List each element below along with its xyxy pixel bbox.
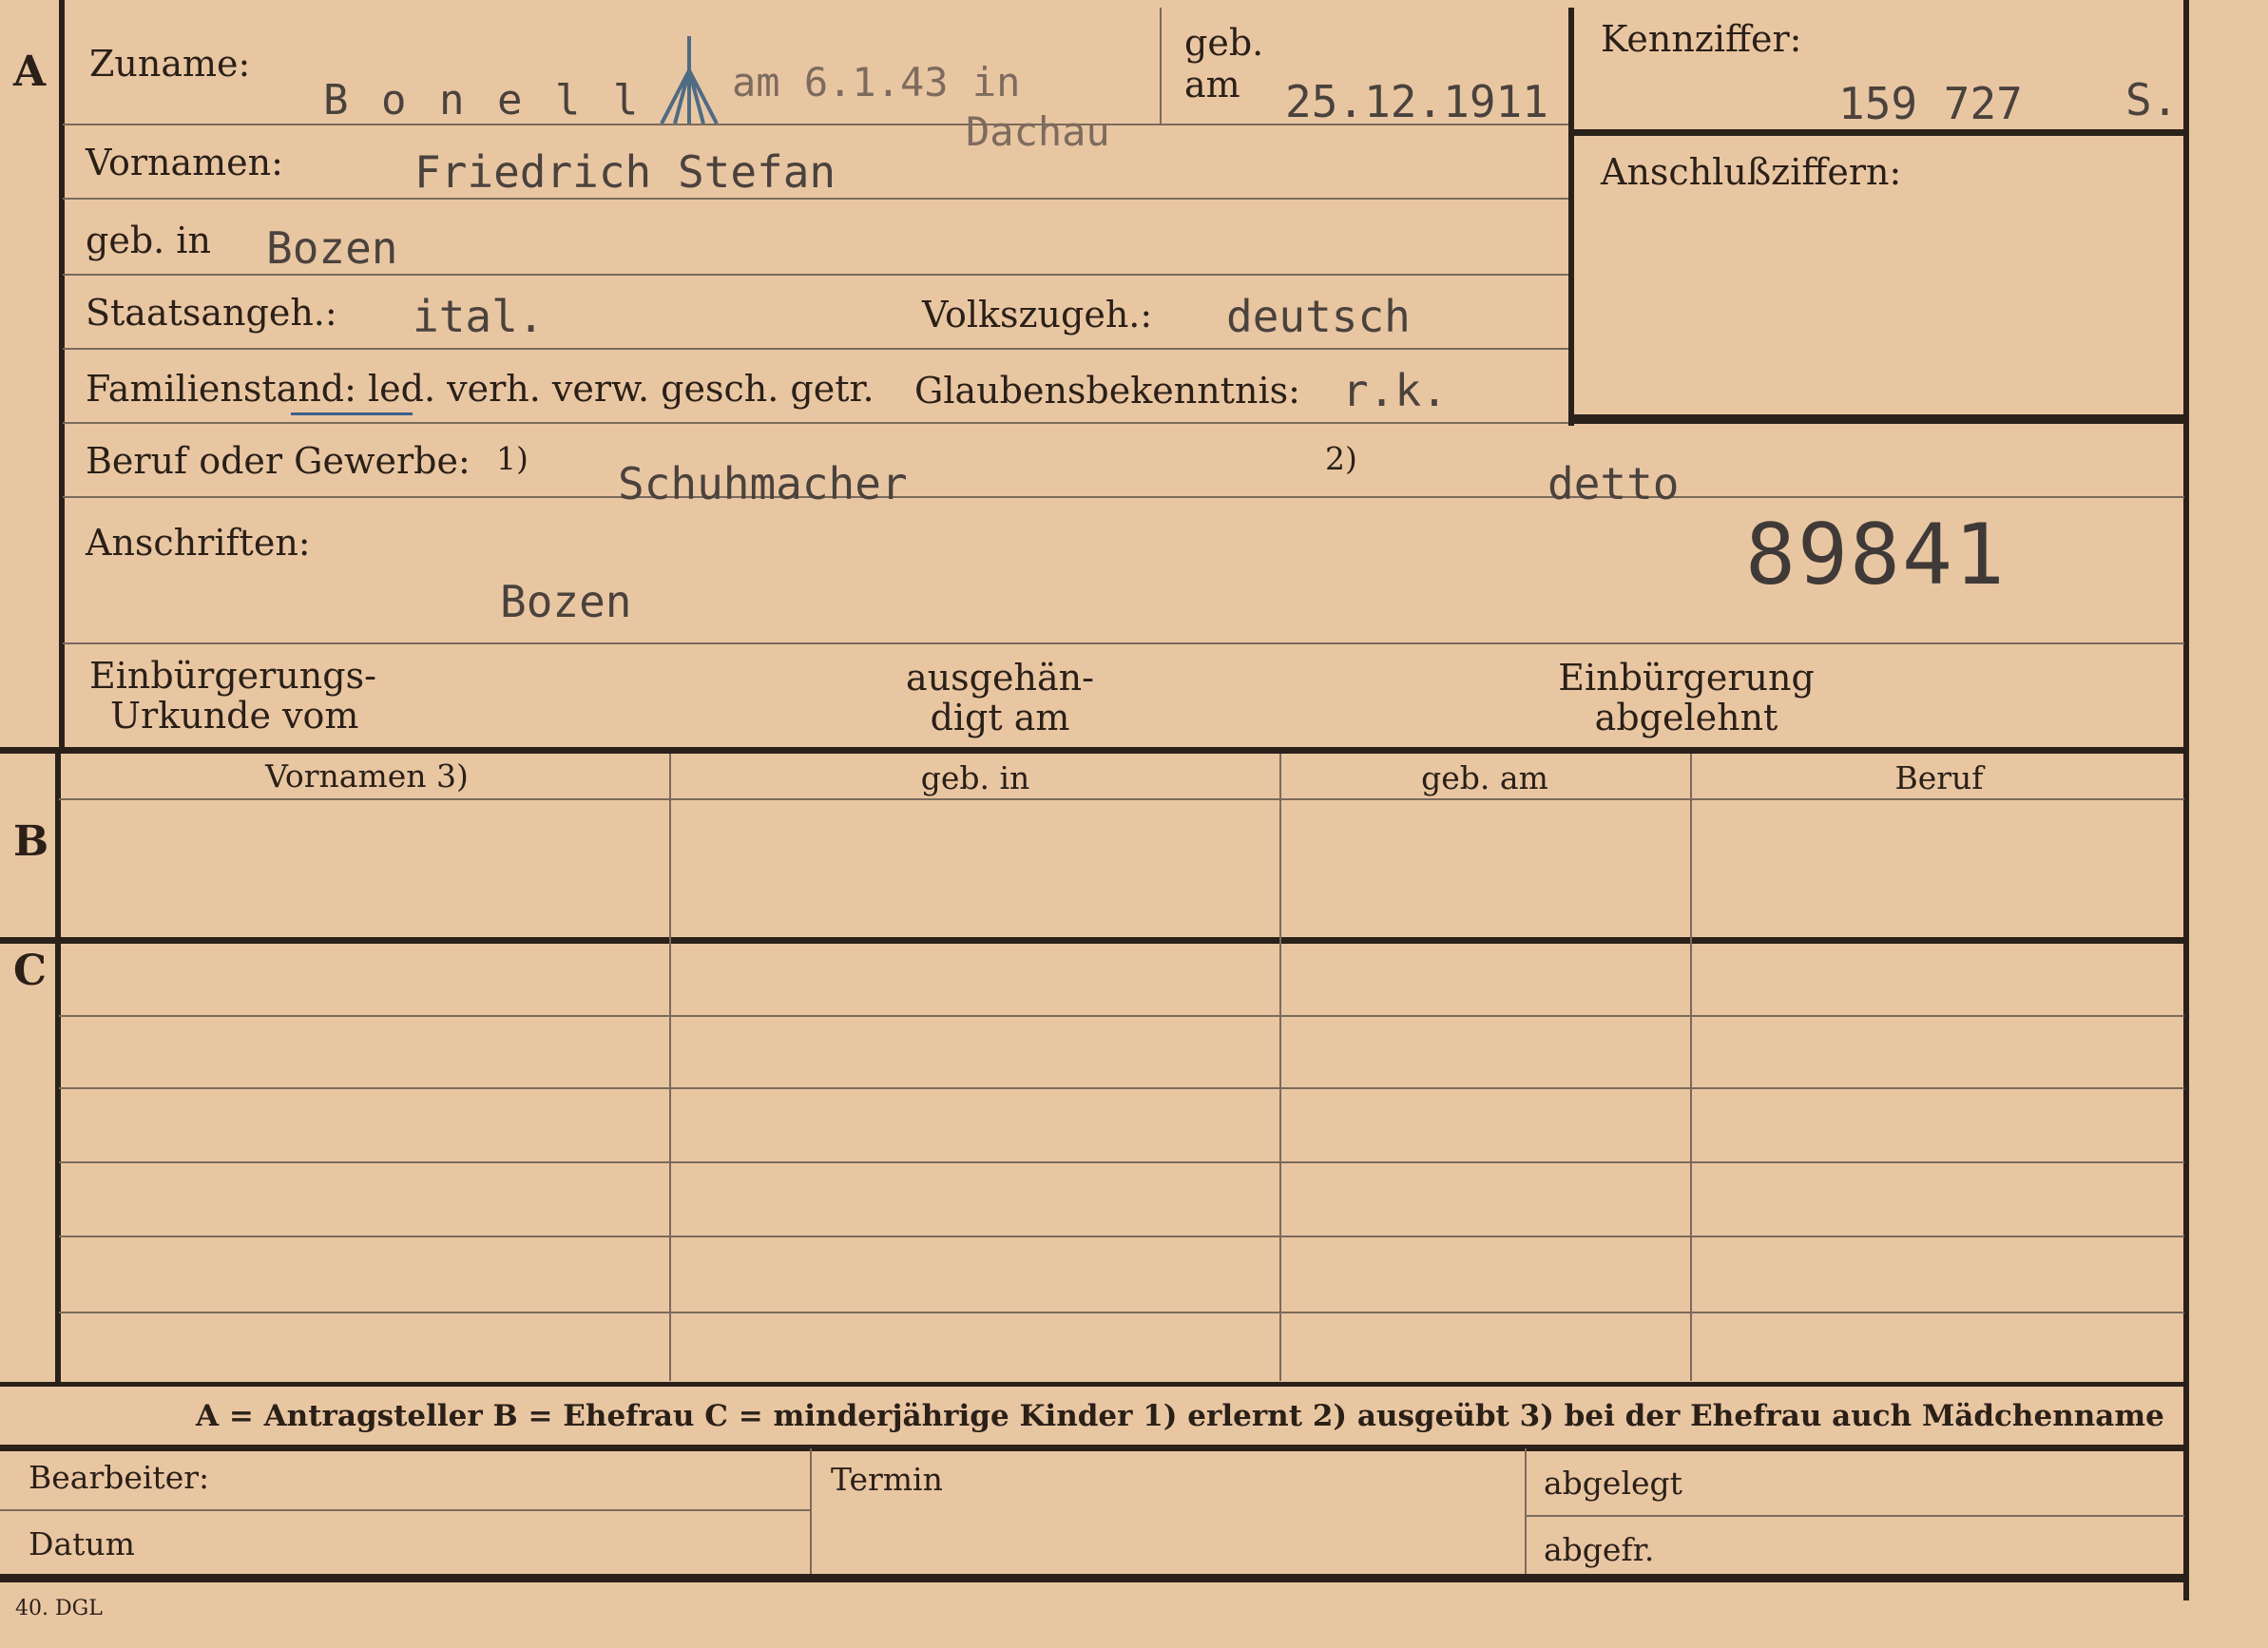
header-gebam: geb. am: [1421, 759, 1548, 796]
header-gebin: geb. in: [920, 759, 1030, 796]
kennziffer-box-bottom: [1571, 414, 2184, 424]
line-staat: [63, 348, 1568, 350]
table-header-underline: [59, 798, 2184, 800]
geb-am-value: 25.12.1911: [1285, 80, 1548, 124]
bearbeiter-label: Bearbeiter:: [29, 1459, 210, 1496]
volk-label: Volkszugeh.:: [922, 294, 1153, 335]
einb-abgelehnt-line1: Einbürgerung: [1558, 657, 1815, 699]
beruf-footnote-2: 2): [1325, 440, 1357, 477]
frame-bottom-border: [0, 1574, 2189, 1582]
zuname-label: Zuname:: [89, 43, 251, 85]
gebin-label: geb. in: [86, 220, 211, 261]
legend-bottom: [0, 1445, 2186, 1451]
line-beruf: [63, 496, 2184, 498]
frame-right-border: [2183, 0, 2189, 1600]
section-a-letter: A: [13, 48, 47, 96]
section-c-letter: C: [13, 947, 48, 995]
vornamen-value: Friedrich Stefan: [414, 146, 836, 198]
stamp-number: 89841: [1745, 506, 2007, 604]
geb-label-1: geb.: [1184, 22, 1264, 64]
abgefr-label: abgefr.: [1544, 1531, 1655, 1568]
death-note-line2: Dachau: [966, 108, 1110, 155]
legend-text: A = Antragsteller B = Ehefrau C = minder…: [196, 1399, 2164, 1433]
ausgehaendigt-line1: ausgehän-: [906, 657, 1094, 699]
einb-urkunde-line2: Urkunde vom: [110, 695, 359, 737]
beruf-footnote-1: 1): [496, 440, 529, 477]
child-row-line-1: [59, 1015, 2184, 1017]
familien-label: Familienstand: led. verh. verw. gesch. g…: [86, 368, 875, 410]
kennziffer-suffix: S.: [2125, 74, 2179, 125]
child-row-line-3: [59, 1161, 2184, 1163]
anschriften-value: Bozen: [500, 576, 632, 627]
death-note-line1: am 6.1.43 in: [732, 59, 1021, 105]
section-a-bottom: [0, 747, 2186, 754]
kennziffer-value: 159 727: [1838, 78, 2023, 129]
gebin-value: Bozen: [266, 222, 398, 274]
datum-label: Datum: [29, 1525, 135, 1562]
table-col-divider-1: [669, 754, 671, 1381]
section-c-bottom: [0, 1382, 2186, 1387]
anschluss-label: Anschlußziffern:: [1601, 151, 1902, 193]
vornamen-label: Vornamen:: [86, 142, 283, 183]
anschriften-label: Anschriften:: [86, 522, 311, 564]
abgelegt-label: abgelegt: [1544, 1465, 1682, 1502]
kennziffer-box-left-border: [1568, 8, 1574, 426]
child-row-line-5: [59, 1312, 2184, 1313]
footer-row-line-right: [1525, 1515, 2184, 1517]
line-familien: [63, 422, 1568, 424]
staat-label: Staatsangeh.:: [86, 292, 337, 334]
einb-urkunde-line1: Einbürgerungs-: [89, 655, 376, 697]
termin-label: Termin: [831, 1461, 943, 1498]
glauben-value: r.k.: [1342, 365, 1448, 416]
geb-am-divider: [1160, 8, 1162, 124]
section-b-bottom: [0, 937, 2186, 944]
line-vornamen: [63, 198, 1568, 200]
footer-row-line-left: [0, 1509, 810, 1511]
line-zuname: [63, 124, 1568, 125]
table-col-divider-3: [1690, 754, 1692, 1381]
child-row-line-2: [59, 1087, 2184, 1089]
volk-value: deutsch: [1226, 291, 1411, 342]
section-b-letter: B: [13, 817, 49, 866]
line-gebin: [63, 274, 1568, 276]
glauben-label: Glaubensbekenntnis:: [914, 370, 1300, 412]
staat-value: ital.: [413, 291, 545, 342]
kennziffer-box-divider: [1571, 129, 2184, 136]
header-beruf: Beruf: [1894, 759, 1984, 796]
print-code: 40. DGL: [15, 1597, 103, 1620]
beruf-label: Beruf oder Gewerbe:: [86, 440, 471, 482]
child-row-line-4: [59, 1236, 2184, 1237]
beruf-value-2: detto: [1547, 458, 1680, 509]
footer-divider-2: [1525, 1448, 1527, 1574]
line-anschriften: [63, 642, 2184, 644]
death-cross-mark: [660, 36, 719, 125]
table-col-divider-2: [1279, 754, 1281, 1381]
frame-left-column-border-lower: [55, 751, 61, 1382]
header-vornamen: Vornamen 3): [265, 757, 469, 795]
kennziffer-label: Kennziffer:: [1601, 18, 1802, 60]
footer-divider-1: [810, 1448, 812, 1574]
zuname-value: B o n e l l: [323, 76, 643, 125]
einb-abgelehnt-line2: abgelehnt: [1594, 697, 1778, 738]
frame-left-column-border: [59, 0, 65, 751]
geb-label-2: am: [1184, 64, 1240, 105]
familien-led-underline: [291, 412, 413, 415]
beruf-value-1: Schuhmacher: [618, 458, 908, 509]
ausgehaendigt-line2: digt am: [930, 697, 1070, 738]
